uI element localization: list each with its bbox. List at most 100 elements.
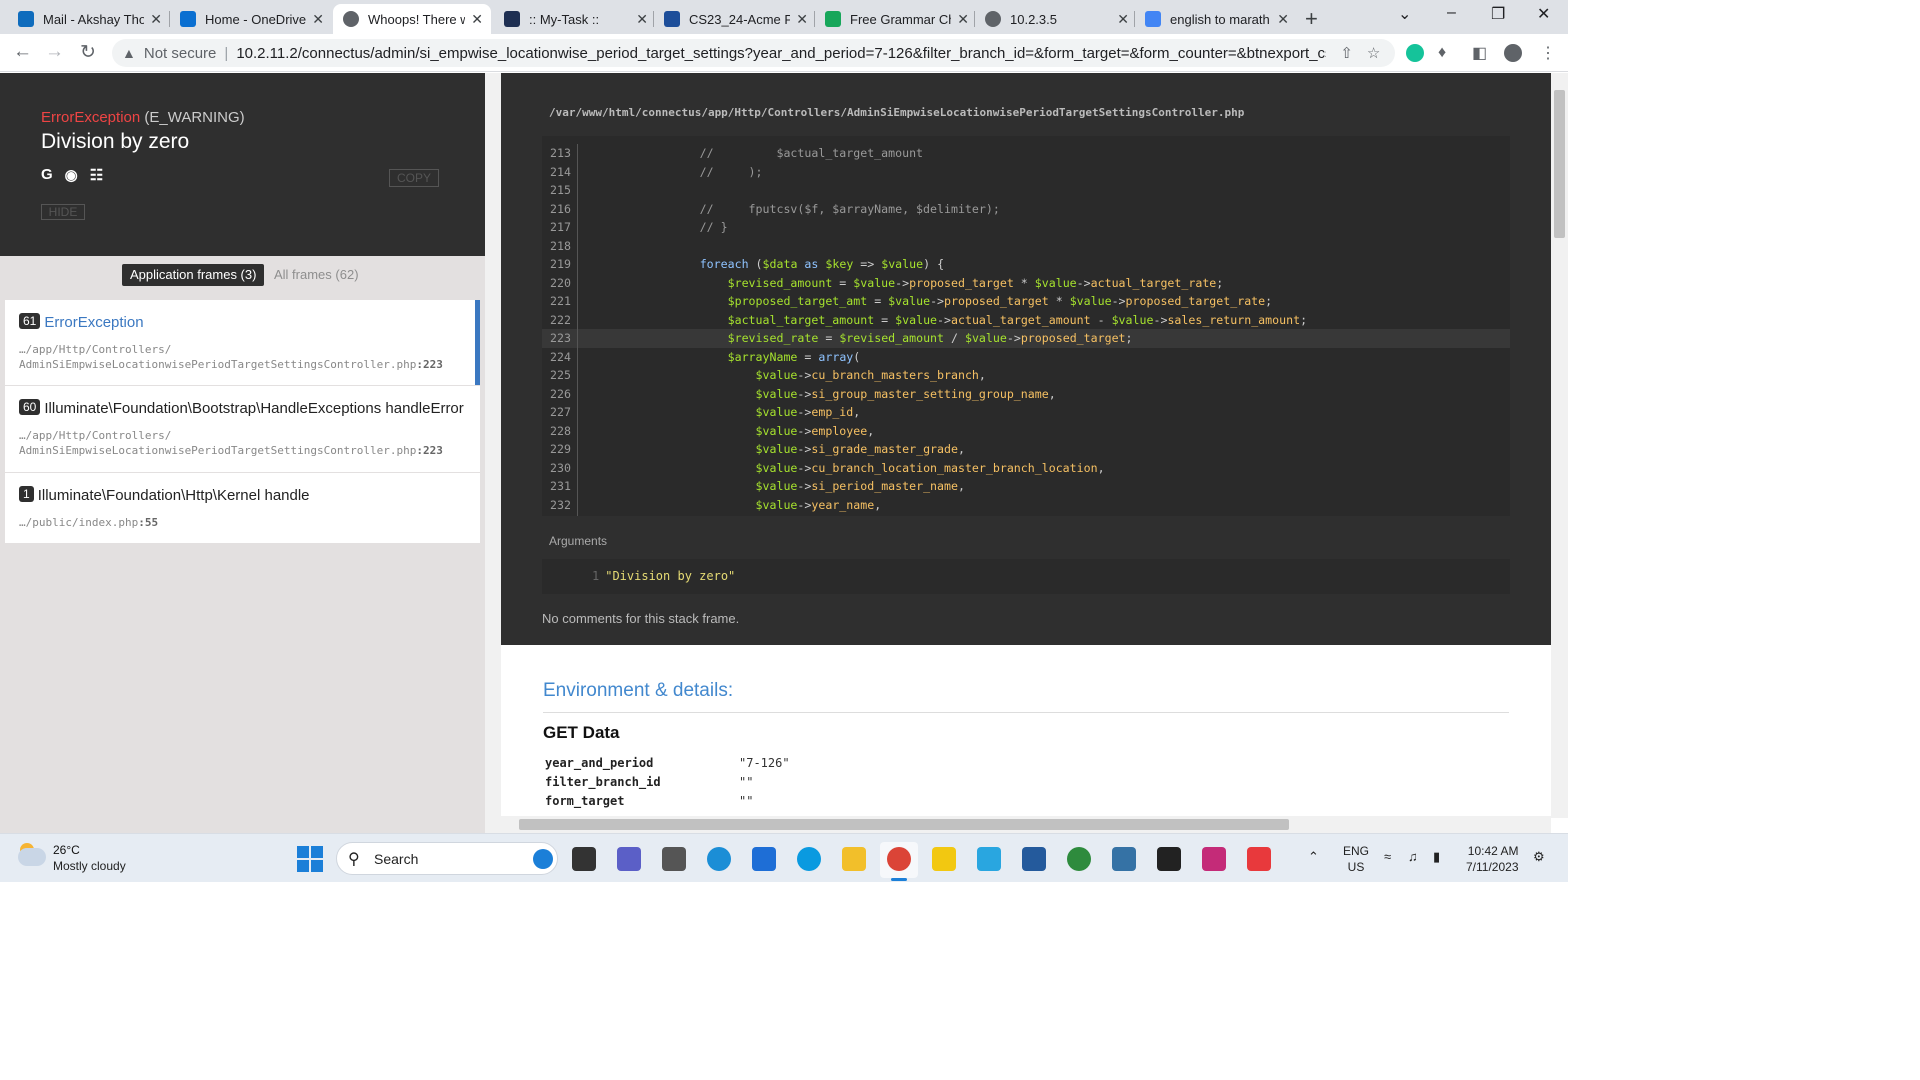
weather-cloud-icon[interactable] [18,848,46,866]
side-panel-icon[interactable]: ◧ [1472,43,1487,63]
extensions-puzzle-icon[interactable]: ♦ [1438,44,1446,62]
warning-icon: ▲ [122,45,136,61]
calculator-icon[interactable] [662,847,686,871]
env-key: year_and_period [545,756,654,770]
sticky-notes-icon[interactable] [1157,847,1181,871]
copy-button[interactable]: COPY [389,169,439,187]
code-line: 222 $actual_target_amount = $value->actu… [542,310,1510,329]
env-value: "7-126" [739,756,790,770]
scrollbar-thumb[interactable] [519,819,1289,830]
stack-frame[interactable]: 61 ErrorException …/app/Http/Controllers/… [5,300,480,385]
code-line: 221 $proposed_target_amt = $value->propo… [542,292,1510,311]
new-tab-icon[interactable]: + [1305,6,1318,32]
chrome-icon[interactable] [887,847,911,871]
tab-all-frames[interactable]: All frames (62) [274,267,359,282]
close-tab-icon[interactable]: ✕ [471,11,483,28]
code-line-number: 231 [542,477,578,496]
maximize-icon[interactable]: ❐ [1491,4,1505,24]
anydesk-icon[interactable] [1247,847,1271,871]
comments-text: No comments for this stack frame. [542,611,740,626]
address-bar[interactable]: ▲ Not secure | 10.2.11.2/connectus/admin… [112,39,1395,67]
back-icon[interactable]: ← [13,41,32,63]
file-explorer-icon[interactable] [842,847,866,871]
hide-button[interactable]: HIDE [41,204,85,220]
system-clock[interactable]: 10:42 AM 7/11/2023 [1466,843,1519,875]
mail-icon[interactable] [752,847,776,871]
power-bi-icon[interactable] [932,847,956,871]
close-tab-icon[interactable]: ✕ [796,11,808,28]
bing-icon [533,849,553,869]
close-tab-icon[interactable]: ✕ [312,11,324,28]
weather-temperature[interactable]: 26°C [53,843,80,857]
code-line: 233 $value->proposed_target, [542,514,1510,516]
show-hidden-icons-chevron-icon[interactable]: ⌃ [1308,849,1319,865]
close-tab-icon[interactable]: ✕ [150,11,162,28]
frame-number: 1 [19,486,34,502]
url-text[interactable]: 10.2.11.2/connectus/admin/si_empwise_loc… [236,45,1326,62]
code-line-text: $revised_amount = $value->proposed_targe… [727,275,1224,290]
edge-icon[interactable] [707,847,731,871]
code-line: 220 $revised_amount = $value->proposed_t… [542,273,1510,292]
battery-icon[interactable]: ▮ [1433,849,1440,865]
windows-start-icon[interactable] [297,846,323,872]
browser-tab[interactable]: Mail - Akshay Tho ✕ [8,4,170,34]
left-scrollbar[interactable] [485,73,501,833]
code-line-number: 232 [542,495,578,514]
stack-frame[interactable]: 60 Illuminate\Foundation\Bootstrap\Handle… [5,386,480,472]
menu-kebab-icon[interactable]: ⋮ [1540,43,1556,63]
ssms-icon[interactable] [1022,847,1046,871]
wifi-icon[interactable]: ≈ [1384,849,1391,864]
python-icon[interactable] [1112,847,1136,871]
browser-tab[interactable]: Home - OneDrive ✕ [170,4,332,34]
tab-search-chevron-icon[interactable]: ⌄ [1398,4,1411,24]
browser-tab[interactable]: :: My-Task :: ✕ [494,4,656,34]
browser-tab[interactable]: CS23_24-Acme P ✕ [654,4,816,34]
snipping-tool-icon[interactable] [1202,847,1226,871]
security-label[interactable]: Not secure [144,45,217,62]
close-window-icon[interactable]: ✕ [1537,4,1550,24]
taskbar-search-label: Search [374,851,419,867]
browser-tab[interactable]: 10.2.3.5 ✕ [975,4,1137,34]
skype-icon[interactable] [797,847,821,871]
code-file-path: /var/www/html/connectus/app/Http/Control… [549,106,1245,119]
close-tab-icon[interactable]: ✕ [1117,11,1129,28]
tab-application-frames[interactable]: Application frames (3) [122,264,265,286]
browser-tab[interactable]: english to marath ✕ [1135,4,1297,34]
taskbar-search[interactable]: ⚲ Search [336,842,558,875]
task-view-icon[interactable] [572,847,596,871]
snowflake-icon[interactable] [977,847,1001,871]
volume-icon[interactable]: ♫ [1408,849,1418,864]
minimize-icon[interactable]: – [1447,4,1456,22]
code-line-number: 213 [542,144,578,163]
code-line-number: 221 [542,292,578,311]
browser-tab[interactable]: Whoops! There w ✕ [333,4,491,34]
forward-icon[interactable]: → [45,41,64,63]
share-icon[interactable]: ⇧ [1340,44,1353,62]
code-line: 223 $revised_rate = $revised_amount / $v… [542,329,1510,348]
tab-separator [169,11,170,27]
scrollbar-thumb[interactable] [1554,90,1565,238]
profile-avatar-icon[interactable] [1504,44,1522,62]
code-line: 218 [542,236,1510,255]
mongodb-icon[interactable] [1067,847,1091,871]
stackoverflow-search-icon[interactable]: ☷ [90,166,103,184]
clock-time: 10:42 AM [1467,844,1519,858]
google-search-icon[interactable]: G [41,166,53,184]
bookmark-star-icon[interactable]: ☆ [1367,44,1380,62]
weather-description[interactable]: Mostly cloudy [53,859,126,873]
tab-separator [814,11,815,27]
reload-icon[interactable]: ↻ [80,41,96,64]
language-indicator[interactable]: ENG US [1343,843,1369,875]
browser-tab[interactable]: Free Grammar Ch ✕ [815,4,977,34]
notifications-icon[interactable]: ⚙ [1533,849,1545,865]
close-tab-icon[interactable]: ✕ [957,11,969,28]
duckduckgo-search-icon[interactable]: ◉ [65,166,78,184]
teams-icon[interactable] [617,847,641,871]
stack-frame[interactable]: 1 Illuminate\Foundation\Http\Kernel handl… [5,473,480,543]
close-tab-icon[interactable]: ✕ [1277,11,1289,28]
page-vertical-scrollbar[interactable] [1551,73,1568,818]
close-tab-icon[interactable]: ✕ [636,11,648,28]
grammarly-extension-icon[interactable] [1406,44,1424,62]
code-line-number: 227 [542,403,578,422]
page-horizontal-scrollbar[interactable] [501,816,1551,833]
